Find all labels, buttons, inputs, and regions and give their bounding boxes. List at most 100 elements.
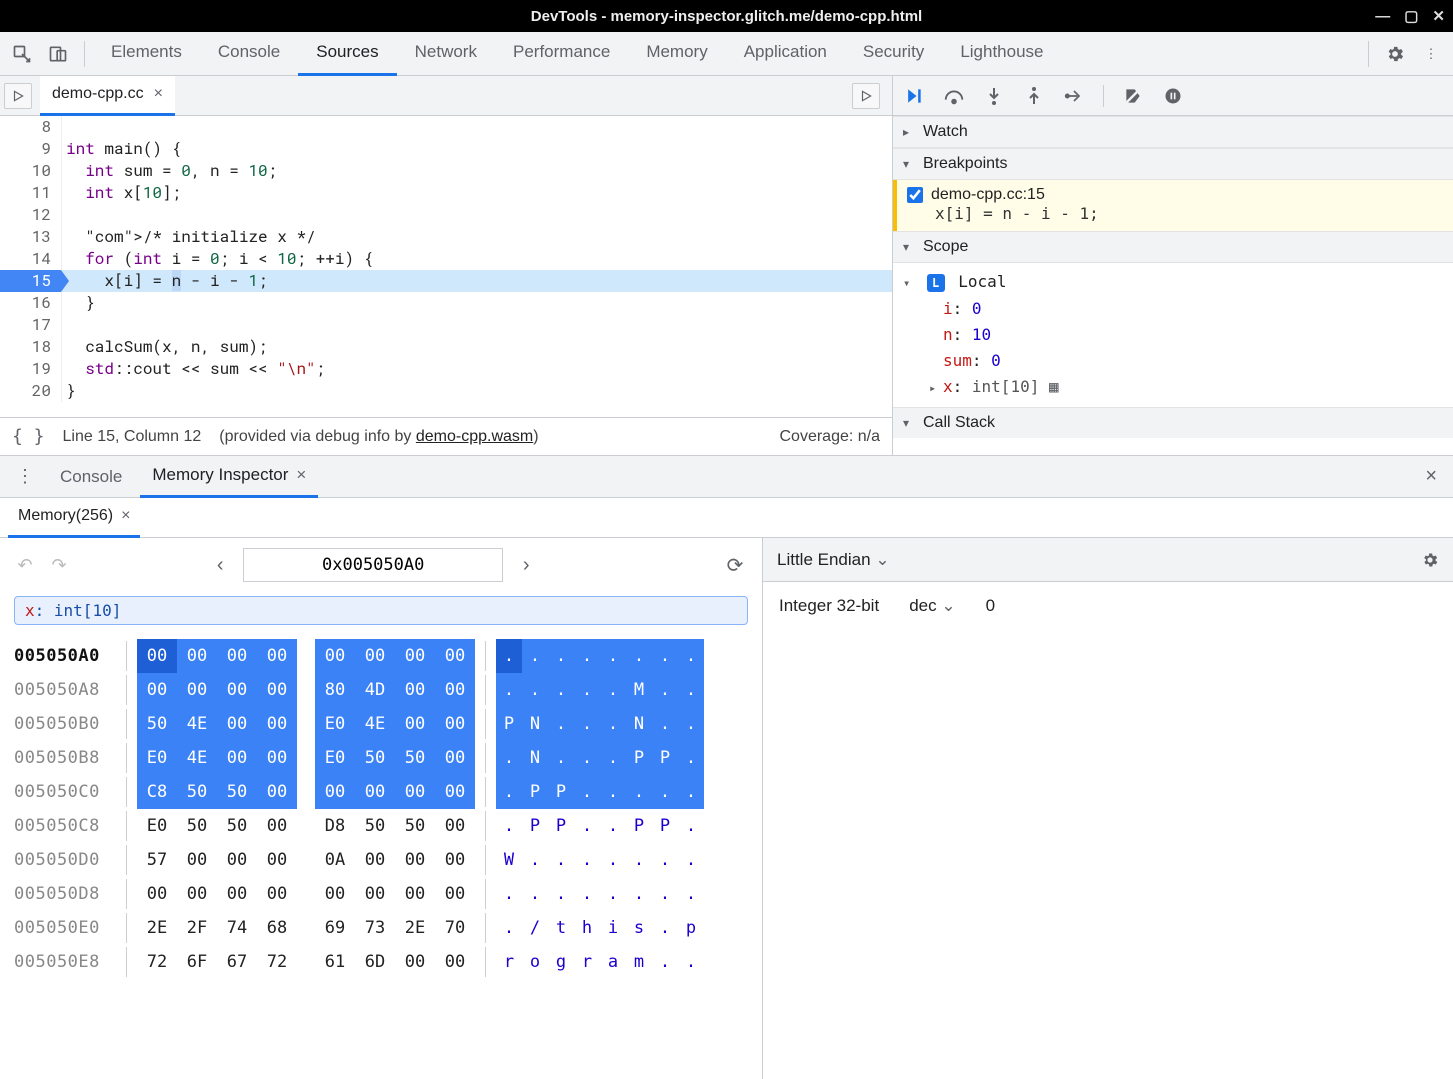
pretty-print-icon[interactable]: { } xyxy=(12,426,45,447)
hex-row[interactable]: 005050C8E0505000D8505000.PP..PP. xyxy=(14,809,748,843)
drawer-tab-console[interactable]: Console xyxy=(48,456,134,498)
hex-row[interactable]: 005050D80000000000000000........ xyxy=(14,877,748,911)
hex-row[interactable]: 005050A800000000804D0000.....M.. xyxy=(14,673,748,707)
chevron-down-icon: ▾ xyxy=(903,416,917,430)
close-icon[interactable]: × xyxy=(121,507,130,525)
step-over-button[interactable] xyxy=(943,85,965,107)
step-into-button[interactable] xyxy=(983,85,1005,107)
code-line[interactable]: 17 xyxy=(0,314,892,336)
panel-tab-performance[interactable]: Performance xyxy=(495,32,628,76)
code-line[interactable]: 10 int sum = 0, n = 10; xyxy=(0,160,892,182)
debugger-toggle-icon[interactable] xyxy=(852,83,880,109)
editor-tabbar: demo-cpp.cc × xyxy=(0,76,892,116)
memory-nav-controls: ↶ ↷ ‹ › ⟳ xyxy=(14,548,748,582)
scope-local-header[interactable]: ▾ L Local xyxy=(903,269,1443,296)
panel-tab-network[interactable]: Network xyxy=(397,32,495,76)
window-title: DevTools - memory-inspector.glitch.me/de… xyxy=(531,8,922,25)
breakpoints-section-header[interactable]: ▾ Breakpoints xyxy=(893,148,1453,180)
debugger-toolbar xyxy=(893,76,1453,116)
undo-icon[interactable]: ↶ xyxy=(14,555,36,576)
inspect-element-icon[interactable] xyxy=(4,36,40,72)
pause-on-exceptions-button[interactable] xyxy=(1162,85,1184,107)
scope-var[interactable]: n: 10 xyxy=(903,322,1443,348)
chevron-down-icon: ⌄ xyxy=(875,550,889,569)
hex-row[interactable]: 005050A00000000000000000........ xyxy=(14,639,748,673)
settings-gear-icon[interactable] xyxy=(1421,551,1439,569)
drawer-tabbar: ⋮ Console Memory Inspector × × xyxy=(0,456,1453,498)
scope-var-x[interactable]: ▸x: int[10] ▦ xyxy=(903,374,1443,401)
code-line[interactable]: 12 xyxy=(0,204,892,226)
file-tab-demo-cpp[interactable]: demo-cpp.cc × xyxy=(40,76,175,116)
interp-value: 0 xyxy=(986,596,995,616)
step-button[interactable] xyxy=(1063,85,1085,107)
hex-row[interactable]: 005050E02E2F746869732E70./this.p xyxy=(14,911,748,945)
scope-var[interactable]: i: 0 xyxy=(903,296,1443,322)
panel-tab-application[interactable]: Application xyxy=(726,32,845,76)
more-menu-icon[interactable]: ⋮ xyxy=(1413,36,1449,72)
endianness-select[interactable]: Little Endian ⌄ xyxy=(777,550,890,570)
next-page-button[interactable]: › xyxy=(515,554,537,577)
chevron-right-icon: ▸ xyxy=(929,375,943,401)
breakpoint-checkbox[interactable] xyxy=(907,187,923,203)
settings-gear-icon[interactable] xyxy=(1377,36,1413,72)
memory-icon[interactable]: ▦ xyxy=(1049,377,1059,396)
code-line[interactable]: 11 int x[10]; xyxy=(0,182,892,204)
refresh-icon[interactable]: ⟳ xyxy=(722,553,748,578)
panel-tab-security[interactable]: Security xyxy=(845,32,942,76)
window-maximize-icon[interactable]: ▢ xyxy=(1404,7,1418,25)
code-line[interactable]: 9int main() { xyxy=(0,138,892,160)
window-close-icon[interactable]: ✕ xyxy=(1432,7,1445,25)
code-editor[interactable]: 8 9int main() {10 int sum = 0, n = 10;11… xyxy=(0,116,892,417)
value-interpreter-header: Little Endian ⌄ xyxy=(763,538,1453,582)
hex-row[interactable]: 005050E8726F6772616D0000rogram.. xyxy=(14,945,748,979)
breakpoint-label: demo-cpp.cc:15 xyxy=(931,186,1045,204)
code-line[interactable]: 20} xyxy=(0,380,892,402)
hex-row[interactable]: 005050D0570000000A000000W....... xyxy=(14,843,748,877)
panel-tab-sources[interactable]: Sources xyxy=(298,32,396,76)
redo-icon[interactable]: ↷ xyxy=(48,555,70,576)
code-line[interactable]: 19 std::cout << sum << "\n"; xyxy=(0,358,892,380)
code-line[interactable]: 18 calcSum(x, n, sum); xyxy=(0,336,892,358)
address-input[interactable] xyxy=(243,548,503,582)
code-line[interactable]: 15 x[i] = n - i - 1; xyxy=(0,270,892,292)
hex-row[interactable]: 005050B0504E0000E04E0000PN...N.. xyxy=(14,707,748,741)
deactivate-breakpoints-button[interactable] xyxy=(1122,85,1144,107)
panel-tab-console[interactable]: Console xyxy=(200,32,298,76)
drawer: ⋮ Console Memory Inspector × × Memory(25… xyxy=(0,456,1453,1079)
scope-section-header[interactable]: ▾ Scope xyxy=(893,231,1453,263)
interp-base-select[interactable]: dec ⌄ xyxy=(909,596,955,616)
memory-tab[interactable]: Memory(256) × xyxy=(8,498,140,538)
wasm-link[interactable]: demo-cpp.wasm xyxy=(416,428,533,445)
close-icon[interactable]: × xyxy=(296,465,306,485)
code-line[interactable]: 8 xyxy=(0,116,892,138)
prev-page-button[interactable]: ‹ xyxy=(209,554,231,577)
sources-editor-pane: demo-cpp.cc × 8 9int main() {10 int sum … xyxy=(0,76,893,455)
panel-tab-elements[interactable]: Elements xyxy=(93,32,200,76)
window-minimize-icon[interactable]: — xyxy=(1375,8,1390,25)
device-toolbar-icon[interactable] xyxy=(40,36,76,72)
drawer-close-button[interactable]: × xyxy=(1417,465,1445,488)
callstack-section-header[interactable]: ▾ Call Stack xyxy=(893,407,1453,438)
panel-tab-memory[interactable]: Memory xyxy=(628,32,725,76)
breakpoint-entry[interactable]: demo-cpp.cc:15 x[i] = n - i - 1; xyxy=(893,180,1453,231)
panel-tab-lighthouse[interactable]: Lighthouse xyxy=(942,32,1061,76)
editor-statusbar: { } Line 15, Column 12 (provided via deb… xyxy=(0,417,892,455)
code-line[interactable]: 16 } xyxy=(0,292,892,314)
hex-row[interactable]: 005050C0C850500000000000.PP..... xyxy=(14,775,748,809)
hex-row[interactable]: 005050B8E04E0000E0505000.N...PP. xyxy=(14,741,748,775)
step-out-button[interactable] xyxy=(1023,85,1045,107)
watch-section-header[interactable]: ▸ Watch xyxy=(893,116,1453,148)
navigator-toggle-icon[interactable] xyxy=(4,83,32,109)
close-icon[interactable]: × xyxy=(154,85,163,103)
code-line[interactable]: 14 for (int i = 0; i < 10; ++i) { xyxy=(0,248,892,270)
drawer-tab-memory-inspector[interactable]: Memory Inspector × xyxy=(140,456,318,498)
debugger-sidebar: ▸ Watch ▾ Breakpoints demo-cpp.cc:15 x[i… xyxy=(893,76,1453,455)
memory-subtabs: Memory(256) × xyxy=(0,498,1453,538)
value-interpreter: Little Endian ⌄ Integer 32-bit dec ⌄ 0 xyxy=(763,538,1453,1079)
more-tabs-icon[interactable]: ⋮ xyxy=(8,466,42,487)
code-line[interactable]: 13 "com">/* initialize x */ xyxy=(0,226,892,248)
resume-button[interactable] xyxy=(903,85,925,107)
interp-type-label: Integer 32-bit xyxy=(779,596,879,616)
highlight-chip[interactable]: x: int[10] xyxy=(14,596,748,625)
scope-var[interactable]: sum: 0 xyxy=(903,348,1443,374)
